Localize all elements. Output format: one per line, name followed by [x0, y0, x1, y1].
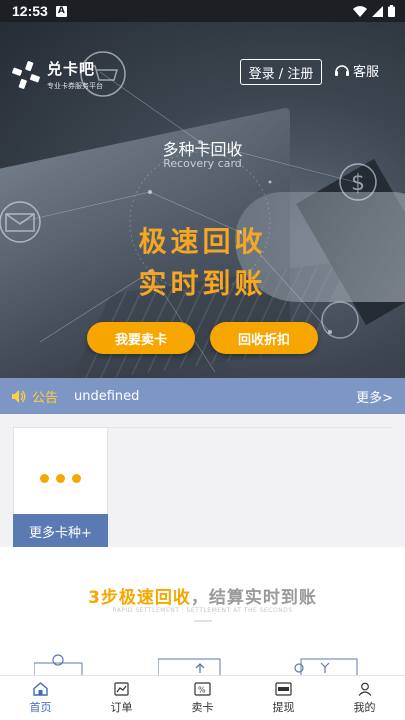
brand-name: 兑卡吧	[47, 60, 96, 78]
svg-text:%: %	[198, 685, 206, 694]
status-icons	[353, 5, 395, 17]
notification-icon: A	[55, 5, 67, 17]
steps-heading-highlight: 3步极速回收	[88, 588, 191, 608]
customer-service-label: 客服	[353, 65, 380, 80]
status-bar: 12:53 A	[0, 0, 405, 22]
steps-section: 3步极速回收，结算实时到账 RAPID SETTLEMENT · SETTLEM…	[0, 547, 405, 675]
step-account-icon	[34, 654, 83, 675]
headset-decoration-icon	[321, 301, 359, 339]
tab-orders[interactable]: 订单	[81, 676, 162, 720]
logo-icon	[12, 60, 40, 89]
hero-banner: $ 兑卡吧 专业卡券服务平台 登录 / 注册 客服 多种卡回收 Recovery…	[0, 22, 405, 378]
steps-heading: 3步极速回收，结算实时到账	[0, 583, 405, 608]
wifi-icon	[353, 5, 367, 17]
withdraw-icon	[275, 681, 292, 696]
profile-icon	[358, 682, 371, 696]
brand-text: 兑卡吧 专业卡券服务平台	[47, 58, 103, 91]
home-icon	[33, 681, 48, 696]
recycle-discount-button[interactable]: 回收折扣	[210, 322, 318, 354]
tab-orders-label: 订单	[110, 700, 133, 714]
customer-service-button[interactable]: 客服	[334, 61, 379, 80]
headset-icon	[335, 65, 349, 76]
more-dots-icon	[14, 474, 107, 483]
svg-text:$: $	[351, 171, 365, 196]
app-screen: 12:53 A $ 兑卡吧 专业卡券服务平台 登录 / 注册 客服 多种卡回收 …	[0, 0, 405, 720]
step-submit-icon	[158, 658, 221, 675]
tab-sell-card[interactable]: % 卖卡	[162, 676, 243, 720]
hero-subtitle: Recovery card	[163, 157, 242, 170]
tab-home-label: 首页	[29, 700, 52, 714]
steps-subheading: RAPID SETTLEMENT · SETTLEMENT AT THE SEC…	[112, 607, 293, 614]
step-settle-icon	[294, 658, 358, 675]
battery-icon	[388, 5, 395, 17]
speaker-icon	[12, 389, 26, 403]
tab-sell-card-label: 卖卡	[191, 700, 214, 714]
brand-logo[interactable]: 兑卡吧 专业卡券服务平台	[12, 58, 103, 91]
tab-withdraw[interactable]: 提现	[243, 676, 324, 720]
tab-profile-label: 我的	[353, 700, 376, 714]
more-card-types-tile[interactable]: 更多卡种+	[13, 427, 108, 548]
steps-heading-rest: ，结算实时到账	[190, 588, 317, 608]
more-card-types-button[interactable]: 更多卡种+	[13, 514, 108, 548]
notice-text: undefined	[74, 388, 140, 404]
status-time: 12:53	[12, 3, 48, 19]
tab-home[interactable]: 首页	[0, 676, 81, 720]
tab-withdraw-label: 提现	[272, 700, 295, 714]
hero-slogan-line2: 实时到账	[138, 267, 267, 300]
sell-card-button[interactable]: 我要卖卡	[87, 322, 195, 354]
notice-more-link[interactable]: 更多>	[356, 387, 393, 406]
card-row-divider	[108, 427, 392, 428]
tab-profile[interactable]: 我的	[324, 676, 405, 720]
notice-bar[interactable]: 公告 undefined 更多>	[0, 378, 405, 414]
steps-divider	[194, 620, 212, 622]
hero-slogan-line1: 极速回收	[138, 225, 267, 258]
card-types-section: 更多卡种+	[0, 414, 405, 548]
sell-card-icon: %	[194, 681, 211, 696]
notice-label: 公告	[32, 390, 59, 406]
order-icon	[114, 681, 129, 696]
login-register-button[interactable]: 登录 / 注册	[240, 59, 322, 85]
brand-tagline: 专业卡券服务平台	[47, 82, 103, 90]
signal-icon	[372, 5, 383, 17]
bottom-tab-bar: 首页 订单 % 卖卡 提现 我的	[0, 675, 405, 720]
